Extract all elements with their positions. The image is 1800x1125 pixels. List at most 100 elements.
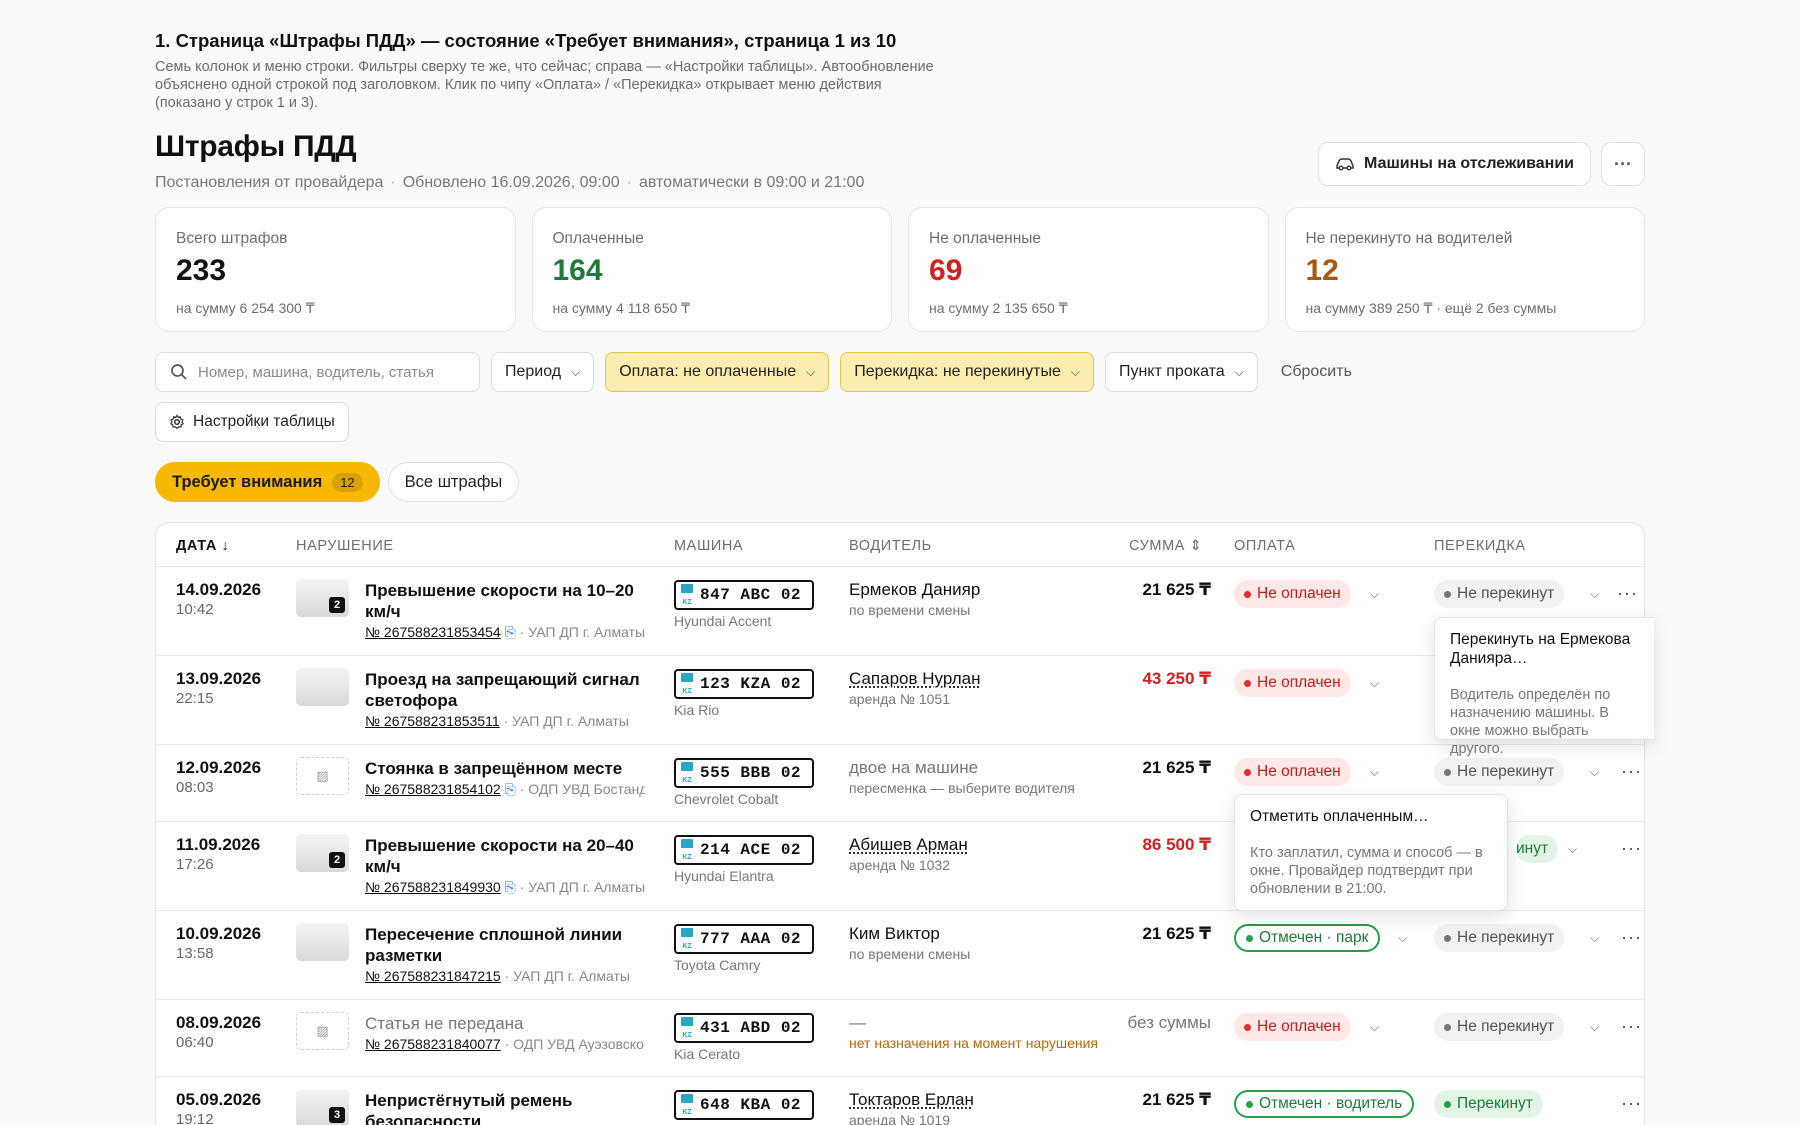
fine-sum: 86 500 ₸ [1142,835,1211,854]
table-row[interactable]: 14.09.2026 10:42 2 Превышение скорости н… [156,567,1644,656]
decree-number[interactable]: № 267588231840077 [365,1036,501,1052]
column-date[interactable]: ДАТА ↓ [176,538,229,554]
payment-filter[interactable]: Оплата: не оплаченные ⌵ [605,352,830,392]
violation-title[interactable]: Превышение скорости на 10–20 км/ч [365,580,660,622]
more-actions-button[interactable]: ··· [1601,142,1645,186]
chevron-down-icon[interactable]: ⌵ [1590,1020,1599,1035]
table-settings: Настройки таблицы [155,402,349,442]
point-filter[interactable]: Пункт проката ⌵ [1104,352,1258,392]
violation-title[interactable]: Стоянка в запрещённом месте [365,758,660,779]
payment-status-chip[interactable]: Отмечен · водитель [1234,1090,1415,1118]
chevron-down-icon[interactable]: ⌵ [1590,931,1599,946]
tab-all-label: Все штрафы [404,472,503,491]
search-box[interactable] [155,352,480,392]
violation-source: · ОДП УВД Ауэзовского р-на [504,1036,645,1052]
table-settings-button[interactable]: Настройки таблицы [155,402,349,442]
decree-number[interactable]: № 267588231849930 [365,879,501,895]
car-model: Hyundai Elantra [674,868,774,884]
note-title: 1. Страница «Штрафы ПДД» — состояние «Тр… [155,30,897,51]
transfer-action-item[interactable]: Перекинуть на Ермекова Данияра… [1450,630,1639,668]
row-more-icon[interactable]: ··· [1621,838,1642,859]
row-more-icon[interactable]: ··· [1621,1016,1642,1037]
payment-status-chip[interactable]: Отмечен · парк [1234,924,1381,952]
fine-date: 10.09.2026 [176,924,262,943]
payment-status-chip[interactable]: Не оплачен [1234,580,1351,608]
violation-title[interactable]: Проезд на запрещающий сигнал светофора [365,669,660,711]
payment-status-chip[interactable]: Не оплачен [1234,1013,1351,1041]
search-input[interactable] [198,363,458,381]
decree-number[interactable]: № 267588231854102 [365,781,501,797]
fine-sum: 21 625 ₸ [1142,1090,1211,1109]
violation-cell: Непристёгнутый ремень безопасности [365,1090,660,1125]
document-icon[interactable]: ⎘ [505,781,516,797]
tab-attention[interactable]: Требует внимания 12 [155,462,380,502]
violation-photo[interactable] [296,923,349,961]
payment-status-chip[interactable]: Не оплачен [1234,669,1351,697]
transfer-status-chip[interactable]: Перекинут [1434,1090,1543,1118]
violation-photo[interactable]: 3 [296,1089,349,1125]
image-icon: ▨ [296,757,349,795]
fine-time: 06:40 [176,1034,214,1051]
transfer-status-chip[interactable]: инут [1516,835,1559,863]
column-sum[interactable]: СУММА ⇕ [1129,538,1202,554]
mark-paid-action[interactable]: Отметить оплаченным… [1250,807,1492,826]
violation-title[interactable]: Непристёгнутый ремень безопасности [365,1090,660,1125]
document-icon[interactable]: ⎘ [505,624,516,640]
violation-title[interactable]: Превышение скорости на 20–40 км/ч [365,835,660,877]
stat-value: 233 [176,254,227,287]
license-plate: KZ 777 AAA 02 [674,924,814,954]
violation-title[interactable]: Статья не передана [365,1013,660,1034]
transfer-status-chip[interactable]: Не перекинут [1434,924,1565,952]
decree-number[interactable]: № 267588231853511 [365,713,500,729]
violation-meta: № 267588231847215 · УАП ДП г. Алматы [365,968,645,984]
tracked-cars-label: Машины на отслеживании [1364,155,1574,172]
car-cell: KZ 555 BBB 02 Chevrolet Cobalt [674,758,814,807]
license-plate: KZ 847 ABC 02 [674,580,814,610]
transfer-status-chip[interactable]: Не перекинут [1434,580,1565,608]
header-actions: Машины на отслеживании ··· [1318,142,1645,186]
row-more-icon[interactable]: ··· [1617,583,1638,604]
chevron-down-icon[interactable]: ⌵ [1370,587,1379,602]
transfer-status-chip[interactable]: Не перекинут [1434,758,1565,786]
table-row[interactable]: 08.09.2026 06:40 ▨ Статья не передана № … [156,1000,1644,1077]
auto-update-text: автоматически в 09:00 и 21:00 [638,174,865,191]
plate-country: KZ [682,854,692,861]
transfer-status-label: Не перекинут [1457,1018,1555,1035]
fine-time: 10:42 [176,601,214,618]
period-filter[interactable]: Период ⌵ [491,352,595,392]
row-more-icon[interactable]: ··· [1621,927,1642,948]
transfer-filter[interactable]: Перекидка: не перекинутые ⌵ [840,352,1094,392]
tracked-cars-button[interactable]: Машины на отслеживании [1318,142,1591,186]
table-row[interactable]: 13.09.2026 22:15 Проезд на запрещающий с… [156,656,1644,745]
document-icon[interactable]: ⎘ [505,879,516,895]
stat-value: 164 [552,254,603,287]
violation-photo[interactable]: 2 [296,834,349,872]
table-row[interactable]: 05.09.2026 19:12 3 Непристёгнутый ремень… [156,1077,1644,1125]
fine-time: 19:12 [176,1111,214,1125]
tab-all-fines[interactable]: Все штрафы [387,462,520,502]
chevron-down-icon[interactable]: ⌵ [1398,931,1407,946]
chevron-down-icon[interactable]: ⌵ [1370,765,1379,780]
transfer-status-chip[interactable]: Не перекинут [1434,1013,1565,1041]
decree-number[interactable]: № 267588231847215 [365,968,501,984]
stat-label: Всего штрафов [176,230,288,247]
table-row[interactable]: 10.09.2026 13:58 Пересечение сплошной ли… [156,911,1644,1000]
plate-country: KZ [682,1032,692,1039]
violation-title[interactable]: Пересечение сплошной линии разметки [365,924,660,966]
transfer-status-label: Не перекинут [1457,763,1555,780]
row-more-icon[interactable]: ··· [1621,761,1642,782]
chevron-down-icon[interactable]: ⌵ [1590,587,1599,602]
row-more-icon[interactable]: ··· [1621,1093,1642,1114]
plate-number: 431 ABD 02 [700,1019,802,1037]
chevron-down-icon[interactable]: ⌵ [1370,676,1379,691]
decree-number[interactable]: № 267588231853454 [365,624,501,640]
stat-label: Не перекинуто на водителей [1305,230,1513,247]
reset-filters-button[interactable]: Сбросить [1269,363,1364,381]
violation-photo[interactable] [296,668,349,706]
payment-status-chip[interactable]: Не оплачен [1234,758,1351,786]
chevron-down-icon[interactable]: ⌵ [1590,765,1599,780]
violation-photo[interactable]: 2 [296,579,349,617]
chevron-down-icon[interactable]: ⌵ [1568,842,1577,857]
chevron-down-icon[interactable]: ⌵ [1370,1020,1379,1035]
payment-action-menu: Отметить оплаченным… Кто заплатил, сумма… [1234,794,1508,911]
